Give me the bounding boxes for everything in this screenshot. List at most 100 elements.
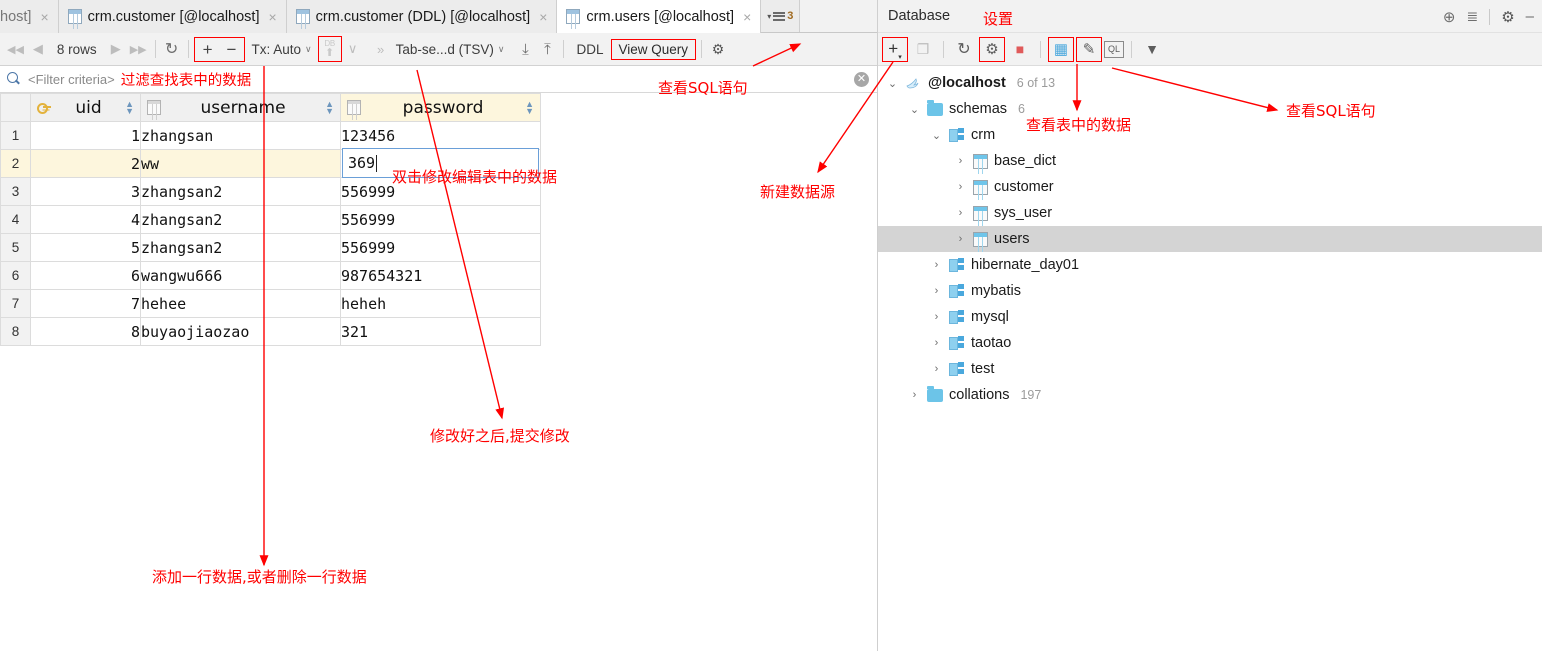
cell-uid[interactable]: 1 — [30, 121, 141, 150]
download-icon[interactable]: ⤓ — [514, 37, 536, 61]
filter-bar[interactable]: <Filter criteria> 过滤查找表中的数据 ✕ — [0, 66, 877, 93]
stop-icon[interactable]: ■ — [1007, 37, 1033, 62]
column-header-password[interactable]: password ▲ ▼ — [340, 93, 541, 122]
refresh-icon[interactable]: ↻ — [951, 37, 977, 62]
cell-username[interactable]: zhangsan2 — [140, 205, 341, 234]
cell-username[interactable]: wangwu666 — [140, 261, 341, 290]
tree-node-mybatis[interactable]: › mybatis — [878, 278, 1542, 304]
filter-icon[interactable]: ▼ — [1139, 37, 1165, 62]
chevron-right-icon[interactable]: › — [908, 389, 921, 401]
table-row[interactable]: 4 4 zhangsan2 556999 — [0, 205, 541, 234]
cell-username[interactable]: zhangsan — [140, 121, 341, 150]
table-row[interactable]: 8 8 buyaojiaozao 321 — [0, 317, 541, 346]
more-options-button[interactable]: » — [370, 37, 392, 61]
ddl-button[interactable]: DDL — [569, 42, 610, 57]
tab-crm-users[interactable]: crm.users [@localhost] × — [557, 0, 762, 33]
chevron-right-icon[interactable]: › — [930, 285, 943, 297]
transaction-mode-selector[interactable]: Tx: Auto ∨ — [245, 42, 317, 57]
cell-uid[interactable]: 6 — [30, 261, 141, 290]
tree-node-customer[interactable]: › customer — [878, 174, 1542, 200]
chevron-down-icon[interactable]: ⌄ — [930, 129, 943, 142]
cell-username[interactable]: zhangsan2 — [140, 233, 341, 262]
settings-wrench-icon[interactable]: ⚙ — [979, 36, 1005, 62]
chevron-right-icon[interactable]: › — [930, 337, 943, 349]
chevron-right-icon[interactable]: › — [954, 207, 967, 219]
add-row-button[interactable]: + — [203, 41, 213, 58]
chevron-right-icon[interactable]: › — [930, 311, 943, 323]
copy-icon[interactable]: ❐ — [910, 37, 936, 62]
tree-node-schemas[interactable]: ⌄ schemas 6 — [878, 96, 1542, 122]
tab-crm-customer-ddl[interactable]: crm.customer (DDL) [@localhost] × — [286, 0, 558, 33]
add-datasource-button[interactable]: + ▾ — [882, 36, 908, 62]
close-icon[interactable]: × — [40, 9, 48, 25]
table-row[interactable]: 7 7 hehee heheh — [0, 289, 541, 318]
column-header-username[interactable]: username ▲ ▼ — [140, 93, 341, 122]
upload-icon[interactable]: ⤒ — [536, 37, 558, 61]
tree-node-hibernate_day01[interactable]: › hibernate_day01 — [878, 252, 1542, 278]
submit-changes-button[interactable]: DB ⬆ — [317, 36, 342, 62]
cell-username[interactable]: buyaojiaozao — [140, 317, 341, 346]
close-icon[interactable]: × — [743, 9, 751, 25]
tab-host-truncated[interactable]: host] × — [0, 0, 59, 33]
cell-editor[interactable]: 369 — [342, 148, 539, 178]
tree-node-users[interactable]: › users — [878, 226, 1542, 252]
tree-node-collations[interactable]: › collations 197 — [878, 382, 1542, 408]
tree-node-base_dict[interactable]: › base_dict — [878, 148, 1542, 174]
minimize-icon[interactable]: – — [1526, 8, 1534, 25]
remove-row-button[interactable]: − — [227, 41, 237, 58]
cell-password[interactable]: 123456 — [340, 121, 541, 150]
view-data-icon[interactable]: ▦ — [1048, 36, 1074, 62]
close-icon[interactable]: ✕ — [854, 72, 869, 87]
collapse-all-icon[interactable]: ≣ — [1466, 8, 1478, 25]
prev-page-button[interactable]: ◀ — [27, 37, 49, 61]
cell-uid[interactable]: 4 — [30, 205, 141, 234]
edit-icon[interactable]: ✎ — [1076, 36, 1102, 62]
table-row[interactable]: 3 3 zhangsan2 556999 — [0, 177, 541, 206]
cell-password-editing[interactable]: 369 — [340, 148, 541, 178]
cell-password[interactable]: 556999 — [340, 205, 541, 234]
cell-username[interactable]: zhangsan2 — [140, 177, 341, 206]
sort-arrows-icon[interactable]: ▲ ▼ — [525, 100, 534, 115]
sql-console-icon[interactable]: QL — [1104, 40, 1124, 58]
first-page-button[interactable]: ◀◀ — [4, 37, 27, 61]
tab-overflow-button[interactable]: ▾ 3 — [761, 0, 801, 32]
cell-username[interactable]: ww — [140, 149, 341, 178]
chevron-right-icon[interactable]: › — [930, 363, 943, 375]
chevron-down-icon[interactable]: ⌄ — [908, 103, 921, 116]
filter-input[interactable]: <Filter criteria> — [28, 72, 115, 87]
cell-uid[interactable]: 7 — [30, 289, 141, 318]
tree-node-localhost[interactable]: ⌄ @localhost 6 of 13 — [878, 70, 1542, 96]
chevron-right-icon[interactable]: › — [954, 155, 967, 167]
cell-uid[interactable]: 2 — [30, 149, 141, 178]
chevron-right-icon[interactable]: › — [954, 233, 967, 245]
close-icon[interactable]: × — [268, 9, 276, 25]
sort-arrows-icon[interactable]: ▲ ▼ — [325, 100, 334, 115]
reload-button[interactable]: ↻ — [161, 37, 183, 61]
cell-password[interactable]: 321 — [340, 317, 541, 346]
submit-dropdown-button[interactable]: ∨ — [342, 37, 364, 61]
tree-node-crm[interactable]: ⌄ crm — [878, 122, 1542, 148]
last-page-button[interactable]: ▶▶ — [127, 37, 150, 61]
column-header-uid[interactable]: uid ▲ ▼ — [30, 93, 141, 122]
cell-uid[interactable]: 5 — [30, 233, 141, 262]
chevron-right-icon[interactable]: › — [930, 259, 943, 271]
cell-password[interactable]: 987654321 — [340, 261, 541, 290]
next-page-button[interactable]: ▶ — [105, 37, 127, 61]
cell-password[interactable]: 556999 — [340, 177, 541, 206]
chevron-right-icon[interactable]: › — [954, 181, 967, 193]
gear-icon[interactable]: ⚙ — [707, 37, 729, 61]
view-query-button[interactable]: View Query — [610, 38, 697, 60]
locate-icon[interactable]: ⊕ — [1443, 8, 1456, 26]
tab-crm-customer[interactable]: crm.customer [@localhost] × — [58, 0, 287, 33]
table-row[interactable]: 2 2 ww 369 — [0, 148, 541, 178]
chevron-down-icon[interactable]: ⌄ — [886, 77, 899, 90]
table-row[interactable]: 6 6 wangwu666 987654321 — [0, 261, 541, 290]
output-format-selector[interactable]: Tab-se...d (TSV) ∨ — [392, 42, 509, 57]
table-row[interactable]: 5 5 zhangsan2 556999 — [0, 233, 541, 262]
tree-node-test[interactable]: › test — [878, 356, 1542, 382]
cell-password[interactable]: 556999 — [340, 233, 541, 262]
tree-node-taotao[interactable]: › taotao — [878, 330, 1542, 356]
cell-uid[interactable]: 8 — [30, 317, 141, 346]
cell-password[interactable]: heheh — [340, 289, 541, 318]
close-icon[interactable]: × — [539, 9, 547, 25]
